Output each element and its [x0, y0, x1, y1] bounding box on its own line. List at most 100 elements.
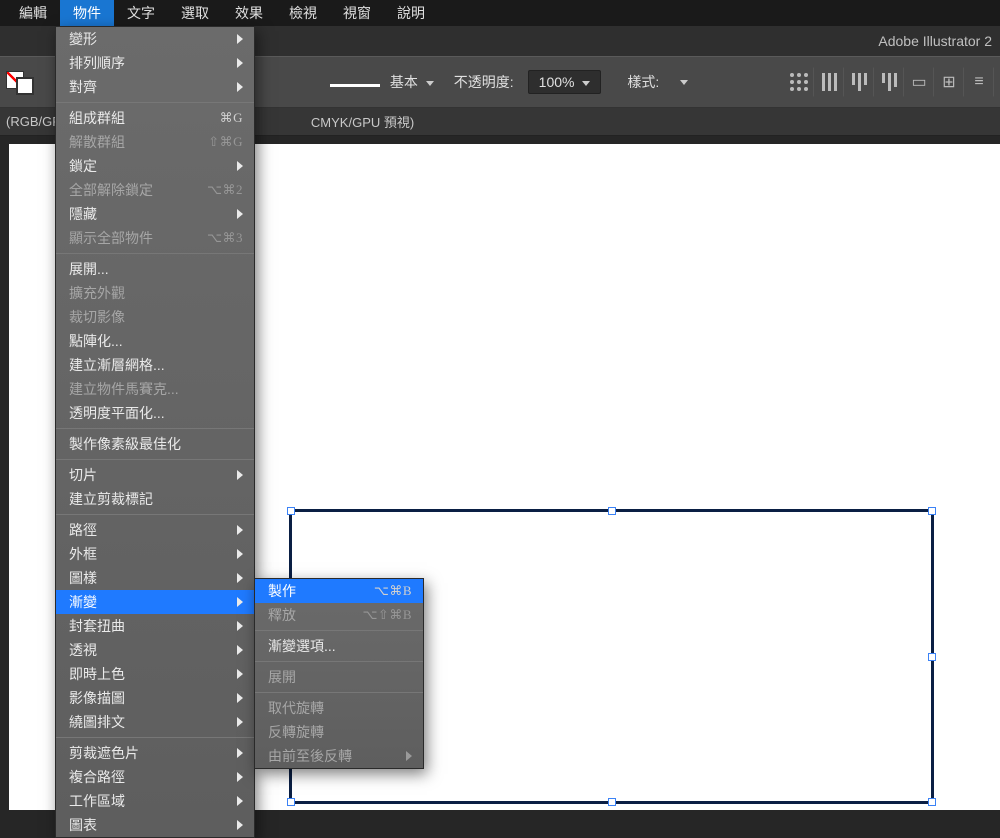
object-menu-item-32[interactable]: 繞圖排文 — [56, 710, 254, 734]
submenu-arrow-icon — [237, 748, 243, 758]
object-menu-item-0[interactable]: 變形 — [56, 27, 254, 51]
object-menu-item-22[interactable]: 建立剪裁標記 — [56, 487, 254, 511]
object-menu-item-21[interactable]: 切片 — [56, 463, 254, 487]
menu-item-label: 由前至後反轉 — [268, 746, 400, 766]
object-menu-item-30[interactable]: 即時上色 — [56, 662, 254, 686]
selection-handle-tr[interactable] — [928, 507, 936, 515]
opacity-value[interactable]: 100% — [528, 70, 602, 94]
menu-item-label: 顯示全部物件 — [69, 228, 207, 248]
menu-item-label: 解散群組 — [69, 132, 208, 152]
object-menu-item-19[interactable]: 製作像素級最佳化 — [56, 432, 254, 456]
blend-submenu: 製作⌥⌘B釋放⌥⇧⌘B漸變選項...展開取代旋轉反轉旋轉由前至後反轉 — [254, 578, 424, 769]
menubar-item-view[interactable]: 檢視 — [276, 0, 330, 27]
object-menu-item-34[interactable]: 剪裁遮色片 — [56, 741, 254, 765]
align-grid-icon[interactable] — [784, 67, 814, 97]
align-icon-2[interactable] — [874, 67, 904, 97]
menu-item-label: 圖表 — [69, 815, 231, 835]
object-menu-item-6[interactable]: 鎖定 — [56, 154, 254, 178]
menu-item-label: 排列順序 — [69, 53, 231, 73]
menubar-item-text[interactable]: 文字 — [114, 0, 168, 27]
blend-submenu-separator — [255, 630, 423, 631]
menu-item-label: 透明度平面化... — [69, 403, 243, 423]
blend-submenu-item-0[interactable]: 製作⌥⌘B — [255, 579, 423, 603]
chevron-down-icon — [582, 81, 590, 86]
menu-item-label: 對齊 — [69, 77, 231, 97]
menu-item-label: 即時上色 — [69, 664, 231, 684]
submenu-arrow-icon — [237, 621, 243, 631]
menu-item-label: 建立物件馬賽克... — [69, 379, 243, 399]
object-menu-separator — [56, 737, 254, 738]
menubar-item-edit[interactable]: 編輯 — [6, 0, 60, 27]
stroke-type-label[interactable]: 基本 — [324, 72, 434, 92]
object-menu-item-29[interactable]: 透視 — [56, 638, 254, 662]
object-menu-item-14[interactable]: 點陣化... — [56, 329, 254, 353]
submenu-arrow-icon — [237, 58, 243, 68]
menubar-item-select[interactable]: 選取 — [168, 0, 222, 27]
doc-tab-right[interactable]: CMYK/GPU 預視) — [311, 112, 414, 131]
menu-item-label: 影像描圖 — [69, 688, 231, 708]
selection-handle-bl[interactable] — [287, 798, 295, 806]
object-menu-item-31[interactable]: 影像描圖 — [56, 686, 254, 710]
style-dropdown[interactable] — [667, 67, 697, 97]
object-menu-item-26[interactable]: 圖樣 — [56, 566, 254, 590]
object-menu-item-8[interactable]: 隱藏 — [56, 202, 254, 226]
menu-item-label: 外框 — [69, 544, 231, 564]
object-menu-item-11[interactable]: 展開... — [56, 257, 254, 281]
submenu-arrow-icon — [237, 549, 243, 559]
menu-item-label: 製作像素級最佳化 — [69, 434, 243, 454]
arrange-icon[interactable]: ≡ — [964, 67, 994, 97]
align-icon-1[interactable] — [844, 67, 874, 97]
submenu-arrow-icon — [237, 573, 243, 583]
menu-item-label: 漸變選項... — [268, 636, 412, 656]
submenu-arrow-icon — [237, 820, 243, 830]
object-menu-item-15[interactable]: 建立漸層網格... — [56, 353, 254, 377]
menubar-item-object[interactable]: 物件 — [60, 0, 114, 27]
submenu-arrow-icon — [237, 597, 243, 607]
object-menu-separator — [56, 514, 254, 515]
object-menu-item-2[interactable]: 對齊 — [56, 75, 254, 99]
distribute-icon[interactable] — [814, 67, 844, 97]
object-menu-item-1[interactable]: 排列順序 — [56, 51, 254, 75]
transform-icon[interactable]: ▭ — [904, 67, 934, 97]
submenu-arrow-icon — [237, 209, 243, 219]
object-menu-item-37[interactable]: 圖表 — [56, 813, 254, 837]
menubar-item-window[interactable]: 視窗 — [330, 0, 384, 27]
menu-item-label: 建立漸層網格... — [69, 355, 243, 375]
menu-item-label: 隱藏 — [69, 204, 231, 224]
isolate-icon[interactable]: ⊞ — [934, 67, 964, 97]
menu-item-shortcut: ⌘G — [220, 110, 243, 126]
menu-item-label: 全部解除鎖定 — [69, 180, 207, 200]
menu-item-label: 製作 — [268, 581, 374, 601]
selection-handle-tl[interactable] — [287, 507, 295, 515]
menu-item-label: 圖樣 — [69, 568, 231, 588]
menu-item-label: 複合路徑 — [69, 767, 231, 787]
object-menu-item-17[interactable]: 透明度平面化... — [56, 401, 254, 425]
menu-item-label: 展開 — [268, 667, 412, 687]
selection-handle-bc[interactable] — [608, 798, 616, 806]
blend-submenu-item-7: 取代旋轉 — [255, 696, 423, 720]
menu-item-label: 繞圖排文 — [69, 712, 231, 732]
chevron-down-icon — [426, 81, 434, 86]
object-menu-item-25[interactable]: 外框 — [56, 542, 254, 566]
selection-handle-br[interactable] — [928, 798, 936, 806]
object-menu-item-36[interactable]: 工作區域 — [56, 789, 254, 813]
menubar-item-help[interactable]: 說明 — [384, 0, 438, 27]
menu-item-label: 展開... — [69, 259, 243, 279]
object-menu-item-16: 建立物件馬賽克... — [56, 377, 254, 401]
menubar-item-effect[interactable]: 效果 — [222, 0, 276, 27]
submenu-arrow-icon — [237, 772, 243, 782]
blend-submenu-item-3[interactable]: 漸變選項... — [255, 634, 423, 658]
object-menu-item-24[interactable]: 路徑 — [56, 518, 254, 542]
doc-tab-left[interactable]: (RGB/GP — [6, 114, 61, 129]
opacity-label: 不透明度: — [454, 72, 514, 92]
fill-stroke-swatch[interactable] — [6, 71, 36, 93]
object-menu-item-35[interactable]: 複合路徑 — [56, 765, 254, 789]
object-menu-item-4[interactable]: 組成群組⌘G — [56, 106, 254, 130]
object-menu-item-28[interactable]: 封套扭曲 — [56, 614, 254, 638]
selection-handle-tc[interactable] — [608, 507, 616, 515]
object-menu-item-27[interactable]: 漸變 — [56, 590, 254, 614]
submenu-arrow-icon — [237, 796, 243, 806]
menu-item-label: 取代旋轉 — [268, 698, 412, 718]
menu-item-label: 反轉旋轉 — [268, 722, 412, 742]
selection-handle-rc[interactable] — [928, 653, 936, 661]
